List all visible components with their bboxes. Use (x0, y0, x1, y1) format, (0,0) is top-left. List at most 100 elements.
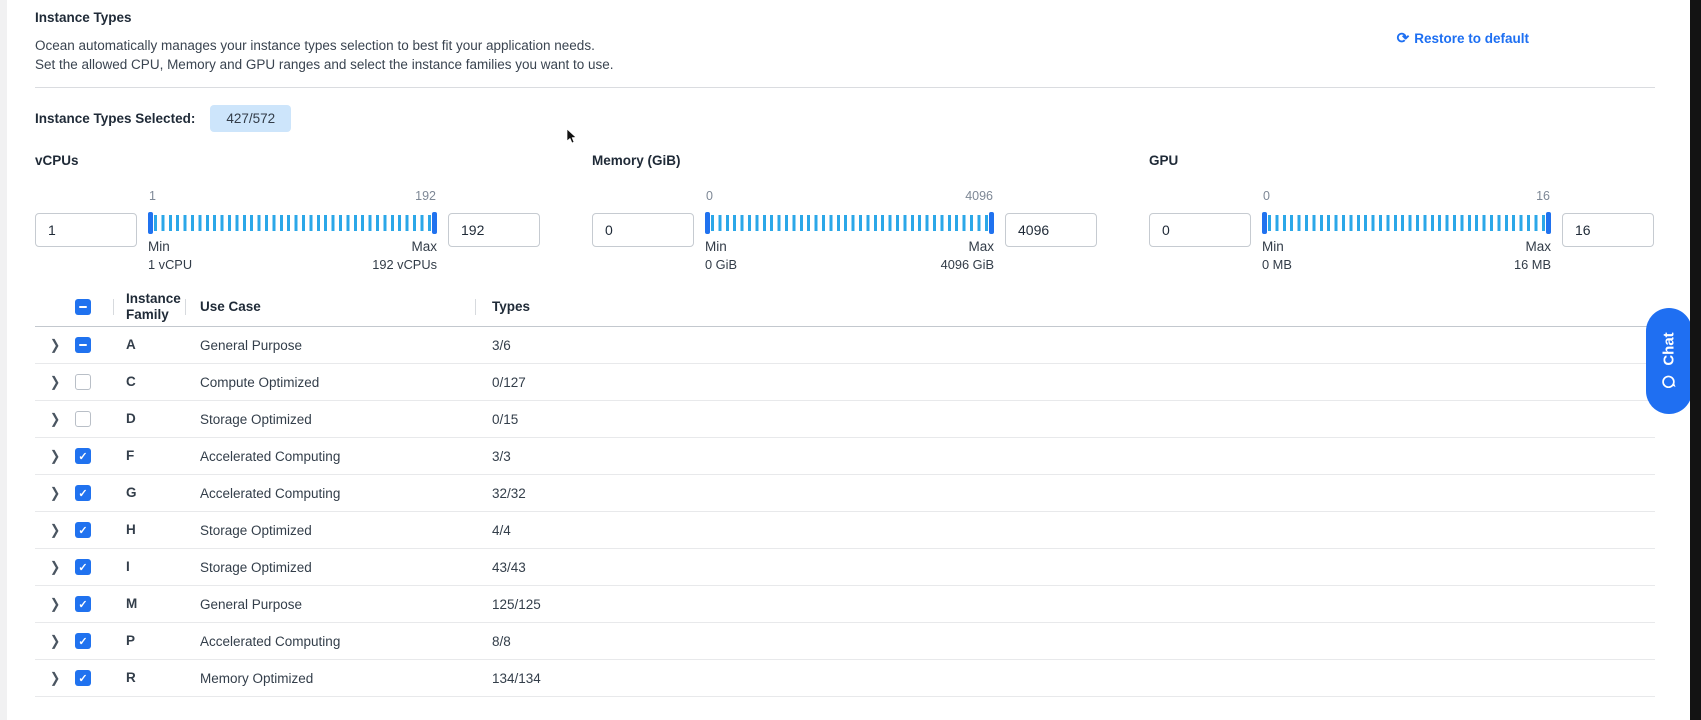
column-separator (185, 299, 186, 315)
use-case-value: General Purpose (200, 597, 302, 612)
instance-family-row[interactable]: ❯ ✓ R Memory Optimized 134/134 (35, 660, 1655, 697)
selected-summary-label: Instance Types Selected: (35, 111, 195, 126)
slider-ticks (154, 215, 431, 231)
instance-family-row[interactable]: ❯ A General Purpose 3/6 (35, 327, 1655, 364)
expand-chevron-icon[interactable]: ❯ (50, 448, 60, 464)
max-value-input[interactable] (448, 213, 540, 247)
row-checkbox[interactable] (75, 411, 91, 427)
instance-family-row[interactable]: ❯ ✓ I Storage Optimized 43/43 (35, 549, 1655, 586)
use-case-value: Accelerated Computing (200, 634, 340, 649)
row-checkbox[interactable] (75, 374, 91, 390)
types-count-value: 43/43 (492, 560, 526, 575)
use-case-value: Storage Optimized (200, 412, 312, 427)
min-label: Min (1262, 239, 1284, 254)
row-checkbox[interactable]: ✓ (75, 485, 91, 501)
slider-min-tick-label: 0 (706, 189, 713, 205)
refresh-icon: ⟳ (1397, 32, 1410, 46)
row-checkbox[interactable]: ✓ (75, 596, 91, 612)
column-separator (475, 299, 476, 315)
slider-track[interactable] (705, 212, 994, 234)
min-sublabel: 0 MB (1262, 257, 1292, 272)
instance-family-row[interactable]: ❯ ✓ H Storage Optimized 4/4 (35, 512, 1655, 549)
instance-family-value: F (126, 448, 134, 463)
expand-chevron-icon[interactable]: ❯ (50, 374, 60, 390)
instance-family-row[interactable]: ❯ D Storage Optimized 0/15 (35, 401, 1655, 438)
instance-family-value: D (126, 411, 136, 426)
slider: 0 4096 Min Max 0 GiB 4096 GiB (705, 189, 994, 272)
use-case-value: Accelerated Computing (200, 486, 340, 501)
use-case-value: Memory Optimized (200, 671, 313, 686)
instance-family-row[interactable]: ❯ ✓ G Accelerated Computing 32/32 (35, 475, 1655, 512)
row-checkbox[interactable]: ✓ (75, 559, 91, 575)
range-slider-section: vCPUs 1 192 Min Max 1 vCPU (35, 153, 540, 272)
chat-button-label: Chat (1661, 332, 1678, 365)
instance-family-row[interactable]: ❯ C Compute Optimized 0/127 (35, 364, 1655, 401)
instance-types-panel: Instance Types Ocean automatically manag… (0, 0, 1701, 697)
slider-min-handle[interactable] (148, 212, 153, 234)
slider-title: GPU (1149, 153, 1654, 168)
max-value-input[interactable] (1562, 213, 1654, 247)
types-count-value: 4/4 (492, 523, 511, 538)
selected-count-badge: 427/572 (210, 105, 291, 132)
row-checkbox[interactable]: ✓ (75, 522, 91, 538)
max-label: Max (1525, 239, 1551, 254)
slider-min-tick-label: 1 (149, 189, 156, 205)
instance-family-row[interactable]: ❯ ✓ M General Purpose 125/125 (35, 586, 1655, 623)
row-checkbox[interactable]: ✓ (75, 448, 91, 464)
types-count-value: 134/134 (492, 671, 541, 686)
expand-chevron-icon[interactable]: ❯ (50, 522, 60, 538)
table-body: ❯ A General Purpose 3/6 ❯ C Compute Opti… (35, 327, 1655, 697)
types-count-value: 32/32 (492, 486, 526, 501)
slider-max-handle[interactable] (1546, 212, 1551, 234)
instance-family-value: R (126, 670, 136, 685)
select-all-checkbox[interactable] (75, 299, 91, 315)
min-value-input[interactable] (35, 213, 137, 247)
expand-chevron-icon[interactable]: ❯ (50, 596, 60, 612)
use-case-value: General Purpose (200, 338, 302, 353)
range-sliders-row: vCPUs 1 192 Min Max 1 vCPU (35, 153, 1655, 272)
slider: 1 192 Min Max 1 vCPU 192 vCPUs (148, 189, 437, 272)
instance-family-value: C (126, 374, 136, 389)
restore-to-default-label: Restore to default (1414, 31, 1529, 46)
min-label: Min (705, 239, 727, 254)
max-sublabel: 16 MB (1514, 257, 1551, 272)
slider-title: Memory (GiB) (592, 153, 1097, 168)
instance-family-row[interactable]: ❯ ✓ P Accelerated Computing 8/8 (35, 623, 1655, 660)
chat-button[interactable]: Chat (1646, 308, 1692, 414)
expand-chevron-icon[interactable]: ❯ (50, 633, 60, 649)
slider-title: vCPUs (35, 153, 540, 168)
slider-max-handle[interactable] (432, 212, 437, 234)
instance-family-value: G (126, 485, 137, 500)
types-count-value: 0/15 (492, 412, 518, 427)
slider-ticks (711, 215, 988, 231)
row-checkbox[interactable]: ✓ (75, 633, 91, 649)
max-value-input[interactable] (1005, 213, 1097, 247)
min-value-input[interactable] (1149, 213, 1251, 247)
column-header-use-case: Use Case (185, 299, 475, 314)
use-case-value: Storage Optimized (200, 523, 312, 538)
restore-to-default-button[interactable]: ⟳ Restore to default (1397, 31, 1529, 46)
slider-min-handle[interactable] (705, 212, 710, 234)
expand-chevron-icon[interactable]: ❯ (50, 670, 60, 686)
use-case-header-label: Use Case (200, 299, 261, 314)
row-checkbox[interactable] (75, 337, 91, 353)
max-sublabel: 4096 GiB (941, 257, 994, 272)
table-header-row: Instance Family Use Case Types (35, 287, 1655, 327)
expand-chevron-icon[interactable]: ❯ (50, 337, 60, 353)
expand-chevron-icon[interactable]: ❯ (50, 559, 60, 575)
screen-edge-right-bar (1690, 0, 1701, 720)
expand-chevron-icon[interactable]: ❯ (50, 485, 60, 501)
slider-max-tick-label: 192 (415, 189, 436, 205)
slider-min-handle[interactable] (1262, 212, 1267, 234)
slider: 0 16 Min Max 0 MB 16 MB (1262, 189, 1551, 272)
instance-family-row[interactable]: ❯ ✓ F Accelerated Computing 3/3 (35, 438, 1655, 475)
min-value-input[interactable] (592, 213, 694, 247)
slider-max-handle[interactable] (989, 212, 994, 234)
slider-track[interactable] (148, 212, 437, 234)
use-case-value: Compute Optimized (200, 375, 319, 390)
column-header-instance-family: Instance Family (113, 291, 185, 323)
row-checkbox[interactable]: ✓ (75, 670, 91, 686)
slider-max-tick-label: 4096 (965, 189, 993, 205)
slider-track[interactable] (1262, 212, 1551, 234)
expand-chevron-icon[interactable]: ❯ (50, 411, 60, 427)
